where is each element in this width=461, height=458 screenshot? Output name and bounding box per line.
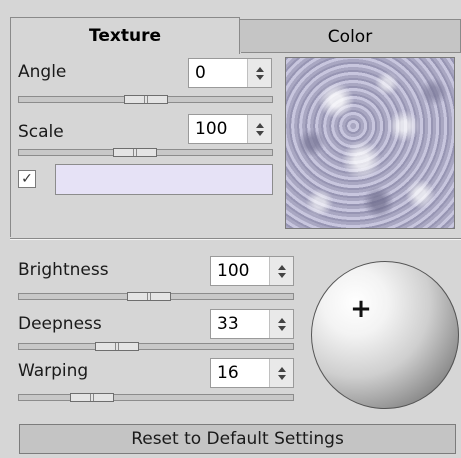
angle-slider[interactable] xyxy=(18,95,273,104)
warping-stepper[interactable] xyxy=(269,359,293,387)
scale-label: Scale xyxy=(18,122,64,142)
scale-stepper[interactable] xyxy=(247,115,271,143)
chevron-down-icon[interactable] xyxy=(255,74,264,80)
texture-preview-image[interactable] xyxy=(285,57,455,229)
scale-slider-thumb[interactable] xyxy=(113,148,157,157)
deepness-value[interactable]: 33 xyxy=(211,314,269,334)
chevron-up-icon[interactable] xyxy=(277,366,286,372)
chevron-up-icon[interactable] xyxy=(277,317,286,323)
deepness-spinbox[interactable]: 33 xyxy=(210,309,294,339)
chevron-up-icon[interactable] xyxy=(255,66,264,72)
tab-texture[interactable]: Texture xyxy=(10,17,240,54)
tab-bar: Color Texture xyxy=(10,17,461,54)
warping-value[interactable]: 16 xyxy=(211,363,269,383)
chevron-down-icon[interactable] xyxy=(277,272,286,278)
brightness-label: Brightness xyxy=(18,260,109,280)
light-direction-sphere[interactable] xyxy=(311,261,459,409)
chevron-down-icon[interactable] xyxy=(277,325,286,331)
light-position-marker-icon[interactable]: + xyxy=(350,296,372,322)
brightness-slider[interactable] xyxy=(18,292,294,301)
angle-value[interactable]: 0 xyxy=(189,63,247,83)
angle-stepper[interactable] xyxy=(247,59,271,87)
brightness-value[interactable]: 100 xyxy=(211,261,269,281)
brightness-spinbox[interactable]: 100 xyxy=(210,256,294,286)
warping-slider[interactable] xyxy=(18,393,294,402)
color-swatch[interactable] xyxy=(55,164,273,195)
angle-slider-thumb[interactable] xyxy=(124,95,168,104)
deepness-stepper[interactable] xyxy=(269,310,293,338)
warping-slider-thumb[interactable] xyxy=(70,393,114,402)
chevron-up-icon[interactable] xyxy=(255,122,264,128)
brightness-stepper[interactable] xyxy=(269,257,293,285)
chevron-down-icon[interactable] xyxy=(277,374,286,380)
reset-default-settings-button[interactable]: Reset to Default Settings xyxy=(19,424,456,454)
section-divider xyxy=(10,238,461,240)
angle-label: Angle xyxy=(18,62,67,82)
deepness-label: Deepness xyxy=(18,314,102,334)
deepness-slider[interactable] xyxy=(18,342,294,351)
warping-spinbox[interactable]: 16 xyxy=(210,358,294,388)
chevron-down-icon[interactable] xyxy=(255,130,264,136)
warping-label: Warping xyxy=(18,361,89,381)
scale-value[interactable]: 100 xyxy=(189,119,247,139)
tab-color[interactable]: Color xyxy=(239,19,461,53)
scale-spinbox[interactable]: 100 xyxy=(188,114,272,144)
angle-spinbox[interactable]: 0 xyxy=(188,58,272,88)
brightness-slider-thumb[interactable] xyxy=(127,292,171,301)
scale-slider[interactable] xyxy=(18,148,273,157)
deepness-slider-thumb[interactable] xyxy=(95,342,139,351)
chevron-up-icon[interactable] xyxy=(277,264,286,270)
texture-color-checkbox[interactable]: ✓ xyxy=(18,170,36,188)
